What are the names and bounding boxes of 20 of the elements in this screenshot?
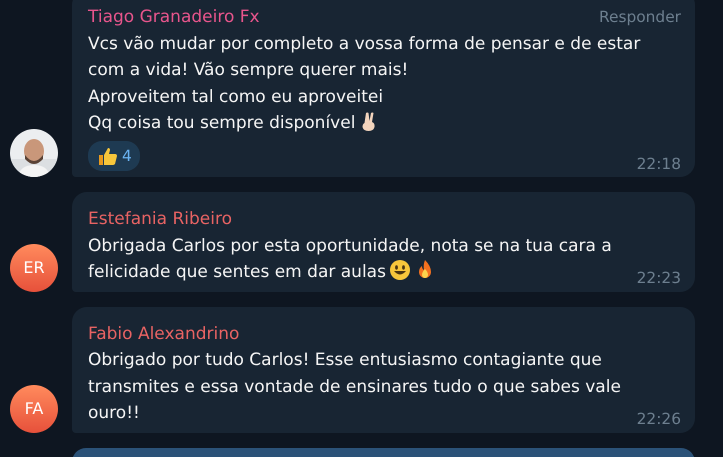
smiley-icon [388, 259, 411, 281]
timestamp: 22:26 [636, 409, 681, 430]
sender-name: Estefania Ribeiro [88, 208, 232, 231]
message-text: Qq coisa tou sempre disponível [88, 113, 356, 133]
message-text: felicidade que sentes em dar aulas [88, 262, 386, 282]
message-text: Aproveitem tal como eu aproveitei [88, 86, 384, 108]
message-text: ouro!! [88, 403, 140, 423]
message-text: transmites e essa vontade de ensinares tudo o que sabes vale [88, 376, 622, 398]
message-text: Vcs vão mudar por completo a vossa forma de pensar e de estar [88, 32, 642, 56]
message-text: Obrigado por tudo Carlos! Esse entusiasmo contagiante que [88, 349, 603, 372]
sender-name: Tiago Granadeiro Fx [88, 6, 260, 29]
sender-name: Fabio Alexandrino [88, 322, 240, 346]
message-text: Obrigada Carlos por esta oportunidade, nota se na tua cara a [88, 234, 613, 258]
avatar: FA [10, 384, 58, 432]
reaction-chip[interactable]: 4 [88, 140, 140, 171]
reply-link[interactable]: Responder [599, 4, 681, 30]
avatar: ER [10, 244, 58, 292]
timestamp: 22:18 [636, 154, 681, 174]
timestamp: 22:23 [636, 268, 681, 289]
message-text: com a vida! Vão sempre querer mais! [88, 59, 410, 82]
